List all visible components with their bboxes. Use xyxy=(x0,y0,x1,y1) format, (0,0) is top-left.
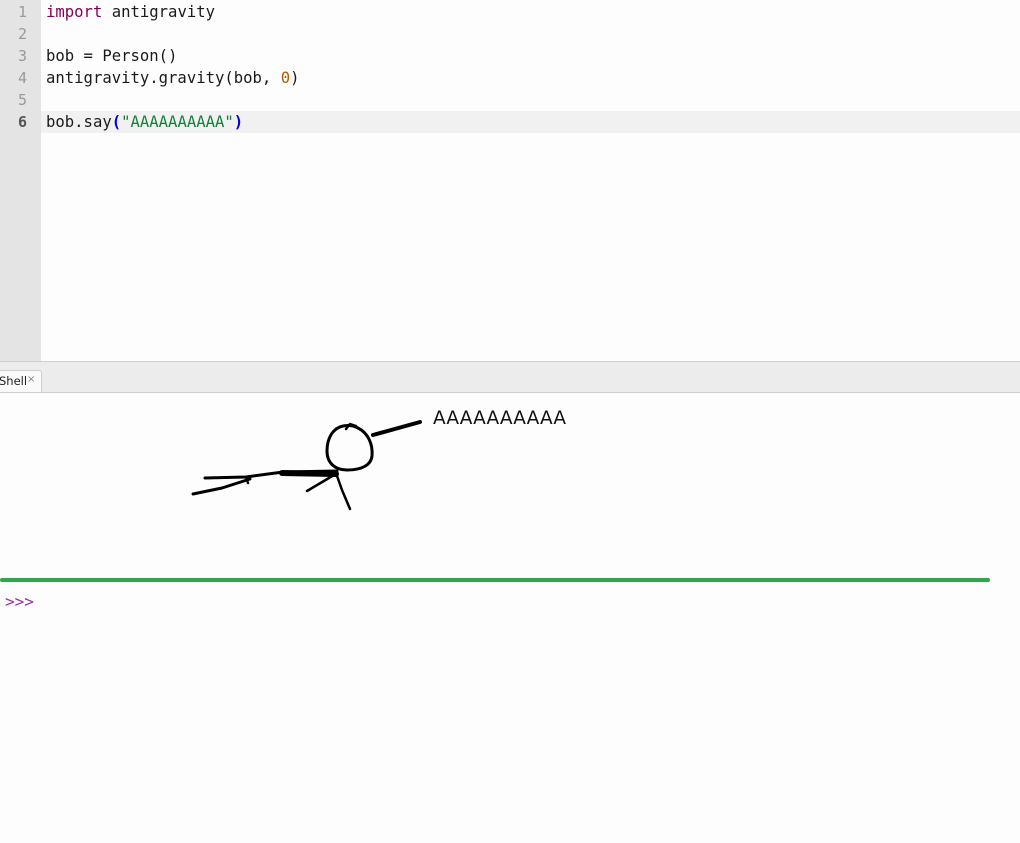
line-number: 4 xyxy=(17,69,27,87)
code-line-6[interactable]: bob.say("AAAAAAAAAA") xyxy=(46,111,243,133)
tab-shell[interactable]: Shell × xyxy=(0,370,42,392)
tab-shell-label: Shell xyxy=(0,374,28,388)
line-number: 1 xyxy=(17,3,27,21)
close-icon[interactable]: × xyxy=(27,374,35,385)
keyword-import: import xyxy=(46,3,103,21)
code-line-3[interactable]: bob = Person() xyxy=(46,45,177,67)
code-text: antigravity xyxy=(102,3,216,21)
shell-prompt[interactable]: >>> xyxy=(5,592,34,611)
line-number: 3 xyxy=(17,47,27,65)
line-number: 5 xyxy=(17,91,27,109)
code-line-1[interactable]: import antigravity xyxy=(46,1,215,23)
matched-paren-close: ) xyxy=(233,113,244,131)
code-line-4[interactable]: antigravity.gravity(bob, 0) xyxy=(46,67,300,89)
code-editor[interactable]: 1 2 3 4 5 6 import antigravity bob = Per… xyxy=(0,0,1020,361)
stick-figure-scream-line xyxy=(371,420,422,437)
ide-window: 1 2 3 4 5 6 import antigravity bob = Per… xyxy=(0,0,1020,843)
bottom-tab-bar: Shell × xyxy=(0,362,1020,393)
line-number-gutter: 1 2 3 4 5 6 xyxy=(0,0,41,361)
string-literal: "AAAAAAAAAA" xyxy=(121,113,234,131)
line-number: 2 xyxy=(17,25,27,43)
number-literal: 0 xyxy=(280,69,291,87)
shell-output-text: AAAAAAAAAA xyxy=(433,408,567,429)
stick-figure-back-leg xyxy=(191,477,252,496)
stick-figure-head xyxy=(325,423,374,472)
execution-separator-line xyxy=(0,578,990,582)
code-text: bob = Person() xyxy=(46,47,178,65)
stick-figure-body-thick xyxy=(279,470,339,477)
code-text: antigravity.gravity(bob, xyxy=(46,69,281,87)
stick-figure-leg xyxy=(334,471,352,511)
line-number-current: 6 xyxy=(17,113,27,131)
matched-paren-open: ( xyxy=(111,113,122,131)
code-text: ) xyxy=(290,69,300,87)
stick-figure-arm xyxy=(305,473,336,493)
code-text: bob.say xyxy=(46,113,112,131)
shell-panel[interactable]: AAAAAAAAAA >>> xyxy=(0,393,1020,843)
